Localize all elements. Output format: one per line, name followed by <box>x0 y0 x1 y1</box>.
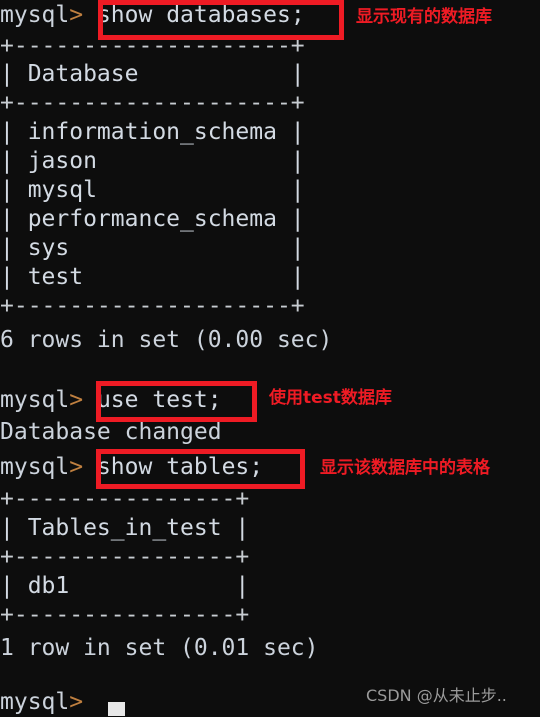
terminal-line: | Tables_in_test | <box>0 513 249 544</box>
prompt-caret-icon: > <box>69 387 84 413</box>
table-rule: +----------------+ <box>0 544 250 570</box>
sql-command: show databases; <box>83 2 305 28</box>
annotation-label-show-databases: 显示现有的数据库 <box>356 7 492 27</box>
table-rule: +--------------------+ <box>0 293 305 319</box>
terminal-line: | mysql | <box>0 175 305 206</box>
prompt-caret-icon: > <box>69 454 84 480</box>
table-row: | information_schema | <box>0 119 305 145</box>
terminal-line: 6 rows in set (0.00 sec) <box>0 325 332 356</box>
terminal-line: +--------------------+ <box>0 31 305 62</box>
sql-command: use test; <box>83 387 222 413</box>
table-row: | jason | <box>0 148 305 174</box>
table-row: | Database | <box>0 61 305 87</box>
terminal-line: | sys | <box>0 233 305 264</box>
terminal-line: | db1 | <box>0 571 249 602</box>
terminal-line: +----------------+ <box>0 542 249 573</box>
table-row: | test | <box>0 264 305 290</box>
terminal-line: Database changed <box>0 417 222 448</box>
status-text: 1 row in set (0.01 sec) <box>0 635 319 661</box>
terminal-line: +----------------+ <box>0 600 249 631</box>
table-rule: +----------------+ <box>0 486 250 512</box>
table-row: | performance_schema | <box>0 206 305 232</box>
shell-prompt: mysql <box>0 387 70 413</box>
annotation-label-use-test: 使用test数据库 <box>269 388 392 408</box>
table-row: | db1 | <box>0 573 250 599</box>
annotation-label-show-tables: 显示该数据库中的表格 <box>320 458 490 478</box>
table-rule: +----------------+ <box>0 602 250 628</box>
terminal-line: +----------------+ <box>0 484 249 515</box>
terminal-line: | jason | <box>0 146 305 177</box>
shell-prompt: mysql <box>0 689 70 715</box>
terminal-line: mysql> <box>0 687 83 717</box>
csdn-watermark: CSDN @从未止步.. <box>366 686 507 705</box>
terminal-line: | performance_schema | <box>0 204 305 235</box>
terminal-line: mysql> show tables; <box>0 452 263 483</box>
terminal-line: mysql> use test; <box>0 385 222 416</box>
shell-prompt: mysql <box>0 454 70 480</box>
terminal-line: | test | <box>0 262 305 293</box>
table-row: | mysql | <box>0 177 305 203</box>
terminal-line: mysql> show databases; <box>0 0 305 31</box>
table-rule: +--------------------+ <box>0 90 305 116</box>
prompt-caret-icon: > <box>69 2 84 28</box>
status-text: Database changed <box>0 419 222 445</box>
terminal-cursor <box>108 702 125 716</box>
sql-command: show tables; <box>83 454 264 480</box>
terminal-line: | information_schema | <box>0 117 305 148</box>
prompt-caret-icon: > <box>69 689 84 715</box>
terminal-line: 1 row in set (0.01 sec) <box>0 633 319 664</box>
terminal-line: | Database | <box>0 59 305 90</box>
table-row: | sys | <box>0 235 305 261</box>
status-text: 6 rows in set (0.00 sec) <box>0 327 333 353</box>
shell-prompt: mysql <box>0 2 70 28</box>
table-rule: +--------------------+ <box>0 33 305 59</box>
table-row: | Tables_in_test | <box>0 515 250 541</box>
terminal-line: +--------------------+ <box>0 291 305 322</box>
terminal-line: +--------------------+ <box>0 88 305 119</box>
terminal-screen: mysql> show databases; +-----------------… <box>0 0 540 717</box>
